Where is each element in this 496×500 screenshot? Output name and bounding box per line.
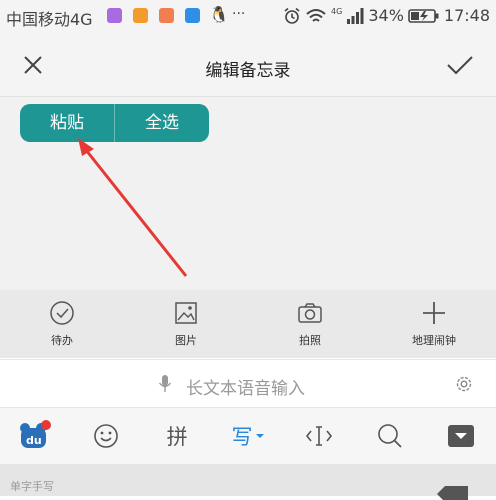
keyboard-collapse-icon: [447, 425, 474, 447]
status-right: 4G 34% 17:48: [283, 6, 490, 25]
more-notifications: ···: [232, 6, 246, 22]
notification-app-icon: [133, 8, 148, 23]
cursor-move-button[interactable]: [283, 423, 354, 449]
ime-toolbar: du 拼 写: [0, 407, 496, 464]
confirm-check-icon[interactable]: [446, 54, 474, 76]
backspace-icon[interactable]: [436, 484, 470, 500]
pinyin-key[interactable]: 拼: [142, 421, 213, 451]
wifi-icon: [306, 8, 326, 22]
clock: 17:48: [443, 6, 490, 25]
image-tool-button[interactable]: 图片: [124, 290, 248, 358]
header-bar: 编辑备忘录: [0, 34, 496, 96]
todo-label: 待办: [51, 334, 73, 347]
plus-icon: [423, 302, 445, 324]
checkmark-circle-icon: [50, 301, 74, 325]
status-bar: 中国移动4G 🐧 ··· 4G 34% 17:48: [0, 0, 496, 34]
message-app-icon: [107, 8, 122, 23]
settings-gear-icon[interactable]: [455, 375, 473, 393]
carrier-label: 中国移动4G: [6, 10, 93, 29]
handwriting-panel[interactable]: 单字手写: [0, 464, 496, 500]
select-all-button[interactable]: 全选: [115, 104, 209, 142]
hide-keyboard-button[interactable]: [425, 423, 496, 449]
editor-toolbar: 待办 图片 拍照 地理闹钟: [0, 290, 496, 358]
dropdown-arrow-icon: [255, 434, 264, 438]
image-icon: [175, 302, 197, 324]
signal-icon: [347, 7, 364, 24]
context-menu-popup: 粘贴 全选: [20, 104, 209, 142]
qq-icon: 🐧: [209, 5, 229, 24]
voice-input-label: 长文本语音输入: [186, 379, 305, 399]
alarm-icon: [284, 7, 300, 24]
email-app-icon: [159, 8, 174, 23]
du-logo-text: du: [26, 434, 42, 447]
battery-percent: 34%: [368, 6, 404, 25]
image-label: 图片: [175, 334, 197, 347]
baidu-du-icon: du: [20, 420, 52, 448]
geo-alarm-label: 地理闹钟: [412, 334, 456, 347]
camera-icon: [298, 303, 322, 323]
handwriting-key[interactable]: 写: [213, 421, 284, 451]
emoji-button[interactable]: [71, 422, 142, 450]
baidu-logo-button[interactable]: du: [0, 420, 71, 452]
battery-charging-icon: [408, 8, 439, 23]
network-type: 4G: [331, 7, 343, 16]
camera-tool-button[interactable]: 拍照: [248, 290, 372, 358]
handwriting-mode-label: 单字手写: [10, 480, 54, 493]
camera-label: 拍照: [299, 334, 321, 347]
search-icon: [377, 424, 402, 448]
search-button[interactable]: [354, 422, 425, 450]
smiley-icon: [94, 424, 119, 448]
handwriting-key-label: 写: [231, 425, 253, 449]
voice-input-bar[interactable]: 长文本语音输入: [0, 359, 496, 408]
todo-tool-button[interactable]: 待办: [0, 290, 124, 358]
microphone-icon: [158, 375, 172, 392]
cursor-icon: [305, 426, 332, 446]
paste-button[interactable]: 粘贴: [20, 104, 114, 142]
geo-alarm-tool-button[interactable]: 地理闹钟: [372, 290, 496, 358]
chat-app-icon: [185, 8, 200, 23]
page-title: 编辑备忘录: [205, 61, 291, 81]
